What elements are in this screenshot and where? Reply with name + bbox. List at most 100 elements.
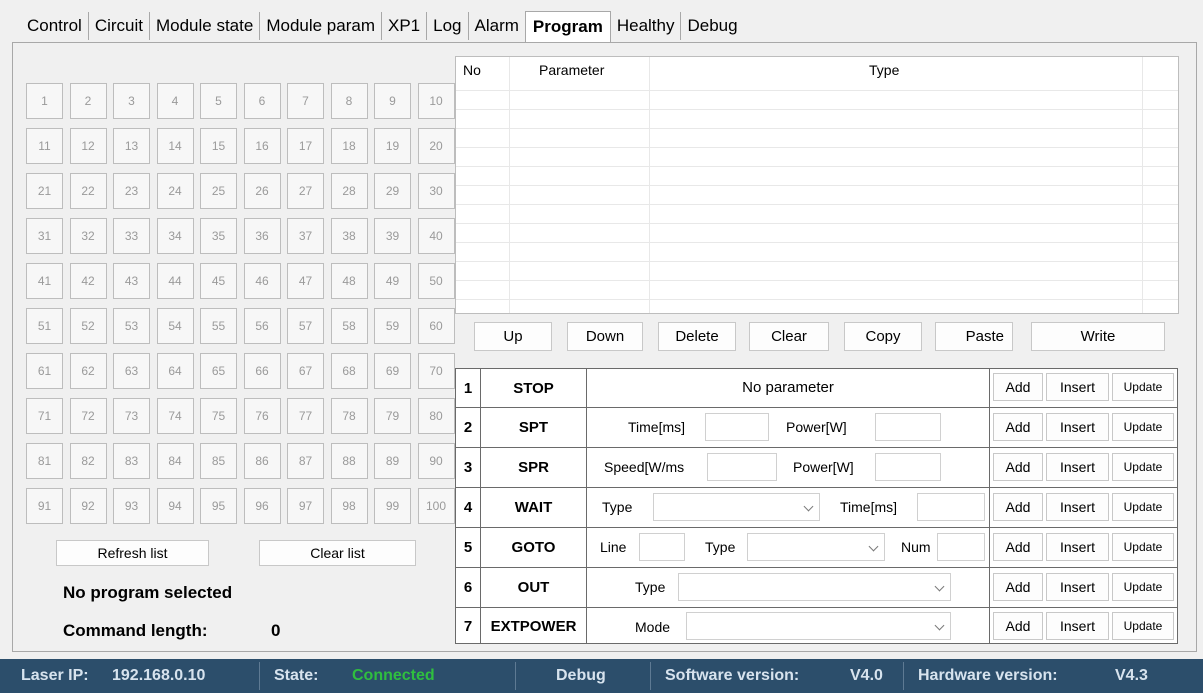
program-slot-79[interactable]: 79: [374, 398, 411, 434]
tab-debug[interactable]: Debug: [680, 12, 743, 40]
program-slot-17[interactable]: 17: [287, 128, 324, 164]
program-slot-35[interactable]: 35: [200, 218, 237, 254]
program-slot-47[interactable]: 47: [287, 263, 324, 299]
insert-button[interactable]: Insert: [1046, 612, 1109, 640]
program-slot-53[interactable]: 53: [113, 308, 150, 344]
program-slot-52[interactable]: 52: [69, 308, 107, 344]
clear-list-button[interactable]: Clear list: [259, 540, 416, 566]
add-button[interactable]: Add: [993, 612, 1043, 640]
program-slot-95[interactable]: 95: [200, 488, 237, 524]
program-slot-49[interactable]: 49: [374, 263, 411, 299]
program-slot-68[interactable]: 68: [330, 353, 368, 389]
write-button[interactable]: Write: [1031, 322, 1165, 351]
update-button[interactable]: Update: [1112, 533, 1174, 561]
program-slot-54[interactable]: 54: [156, 308, 194, 344]
update-button[interactable]: Update: [1112, 493, 1174, 521]
program-slot-46[interactable]: 46: [243, 263, 281, 299]
program-slot-82[interactable]: 82: [69, 443, 107, 479]
insert-button[interactable]: Insert: [1046, 413, 1109, 441]
power-input[interactable]: [875, 413, 941, 441]
delete-button[interactable]: Delete: [658, 322, 736, 351]
program-slot-21[interactable]: 21: [26, 173, 63, 209]
update-button[interactable]: Update: [1112, 453, 1174, 481]
update-button[interactable]: Update: [1112, 413, 1174, 441]
program-slot-71[interactable]: 71: [26, 398, 63, 434]
program-slot-90[interactable]: 90: [417, 443, 455, 479]
add-button[interactable]: Add: [993, 533, 1043, 561]
program-slot-85[interactable]: 85: [200, 443, 237, 479]
program-slot-84[interactable]: 84: [156, 443, 194, 479]
program-slot-23[interactable]: 23: [113, 173, 150, 209]
program-slot-92[interactable]: 92: [69, 488, 107, 524]
program-slot-1[interactable]: 1: [26, 83, 63, 119]
program-slot-39[interactable]: 39: [374, 218, 411, 254]
program-slot-27[interactable]: 27: [287, 173, 324, 209]
mode-select[interactable]: [686, 612, 951, 640]
program-slot-33[interactable]: 33: [113, 218, 150, 254]
program-slot-96[interactable]: 96: [243, 488, 281, 524]
insert-button[interactable]: Insert: [1046, 493, 1109, 521]
program-slot-37[interactable]: 37: [287, 218, 324, 254]
program-slot-78[interactable]: 78: [330, 398, 368, 434]
program-slot-8[interactable]: 8: [330, 83, 368, 119]
add-button[interactable]: Add: [993, 413, 1043, 441]
program-list-table[interactable]: No Parameter Type: [455, 56, 1179, 314]
program-slot-65[interactable]: 65: [200, 353, 237, 389]
program-slot-51[interactable]: 51: [26, 308, 63, 344]
program-slot-70[interactable]: 70: [417, 353, 455, 389]
update-button[interactable]: Update: [1112, 573, 1174, 601]
program-slot-26[interactable]: 26: [243, 173, 281, 209]
program-slot-7[interactable]: 7: [287, 83, 324, 119]
program-slot-38[interactable]: 38: [330, 218, 368, 254]
insert-button[interactable]: Insert: [1046, 453, 1109, 481]
program-slot-62[interactable]: 62: [69, 353, 107, 389]
program-slot-29[interactable]: 29: [374, 173, 411, 209]
program-slot-55[interactable]: 55: [200, 308, 237, 344]
program-slot-45[interactable]: 45: [200, 263, 237, 299]
tab-alarm[interactable]: Alarm: [467, 12, 525, 40]
program-slot-77[interactable]: 77: [287, 398, 324, 434]
program-slot-32[interactable]: 32: [69, 218, 107, 254]
insert-button[interactable]: Insert: [1046, 573, 1109, 601]
program-slot-75[interactable]: 75: [200, 398, 237, 434]
program-slot-63[interactable]: 63: [113, 353, 150, 389]
program-slot-48[interactable]: 48: [330, 263, 368, 299]
program-slot-18[interactable]: 18: [330, 128, 368, 164]
type-select[interactable]: [653, 493, 820, 521]
add-button[interactable]: Add: [993, 373, 1043, 401]
program-slot-36[interactable]: 36: [243, 218, 281, 254]
tab-program[interactable]: Program: [524, 11, 611, 43]
time-input[interactable]: [705, 413, 769, 441]
program-slot-40[interactable]: 40: [417, 218, 455, 254]
program-slot-93[interactable]: 93: [113, 488, 150, 524]
program-slot-12[interactable]: 12: [69, 128, 107, 164]
time-input[interactable]: [917, 493, 985, 521]
program-slot-60[interactable]: 60: [417, 308, 455, 344]
down-button[interactable]: Down: [567, 322, 643, 351]
program-slot-91[interactable]: 91: [26, 488, 63, 524]
program-slot-31[interactable]: 31: [26, 218, 63, 254]
program-slot-9[interactable]: 9: [374, 83, 411, 119]
program-slot-13[interactable]: 13: [113, 128, 150, 164]
tab-circuit[interactable]: Circuit: [87, 12, 149, 40]
program-slot-24[interactable]: 24: [156, 173, 194, 209]
program-slot-72[interactable]: 72: [69, 398, 107, 434]
program-slot-86[interactable]: 86: [243, 443, 281, 479]
program-slot-20[interactable]: 20: [417, 128, 455, 164]
program-slot-100[interactable]: 100: [417, 488, 455, 524]
program-slot-41[interactable]: 41: [26, 263, 63, 299]
program-slot-4[interactable]: 4: [156, 83, 194, 119]
up-button[interactable]: Up: [474, 322, 552, 351]
program-slot-88[interactable]: 88: [330, 443, 368, 479]
program-slot-67[interactable]: 67: [287, 353, 324, 389]
tab-module-param[interactable]: Module param: [259, 12, 381, 40]
program-slot-14[interactable]: 14: [156, 128, 194, 164]
program-slot-6[interactable]: 6: [243, 83, 281, 119]
num-input[interactable]: [937, 533, 985, 561]
line-input[interactable]: [639, 533, 685, 561]
program-slot-73[interactable]: 73: [113, 398, 150, 434]
tab-log[interactable]: Log: [426, 12, 467, 40]
program-slot-98[interactable]: 98: [330, 488, 368, 524]
type-select[interactable]: [678, 573, 951, 601]
tab-healthy[interactable]: Healthy: [611, 12, 681, 40]
